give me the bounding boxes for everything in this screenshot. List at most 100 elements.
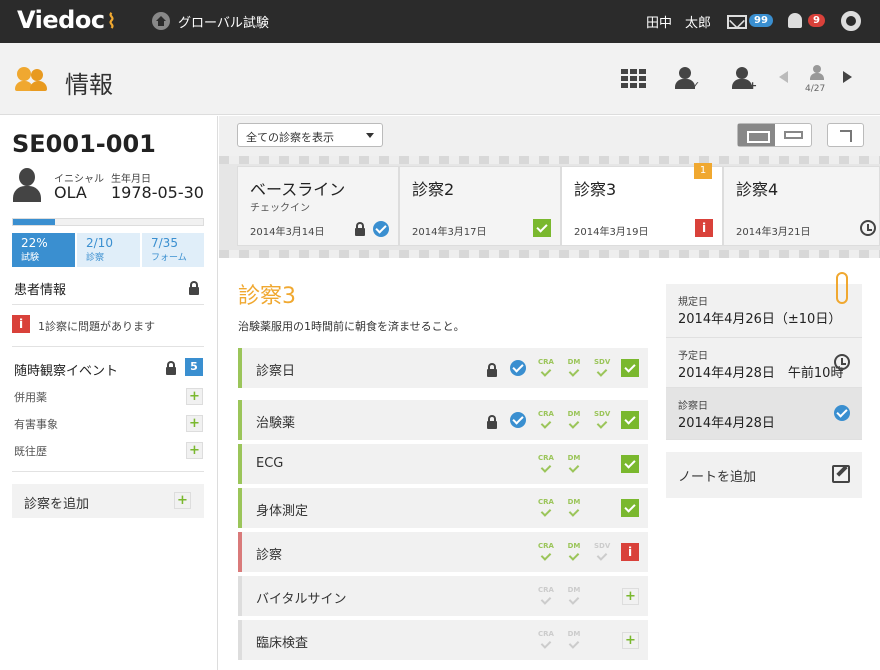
dm-tag: DM	[566, 586, 582, 604]
patient-info-link[interactable]: 患者情報	[14, 279, 66, 298]
cra-tag: CRA	[538, 498, 554, 516]
timeline-dash	[219, 156, 880, 164]
dm-tag: DM	[566, 410, 582, 428]
grid-view-icon[interactable]	[621, 69, 646, 89]
stat-study[interactable]: 22% 試験	[12, 233, 75, 267]
planned-date-card: 規定日 2014年4月26日（±10日）	[666, 284, 862, 338]
add-lab-tests-button[interactable]: +	[622, 632, 639, 649]
mail-count-badge: 99	[749, 14, 773, 27]
add-adverse-event-button[interactable]: +	[186, 415, 203, 432]
subject-panel: SE001-001 イニシャル 生年月日 OLA 1978-05-30 22% 試…	[0, 116, 218, 670]
dm-tag: DM	[566, 498, 582, 516]
lock-icon	[189, 281, 199, 295]
visit-filter-select[interactable]: 全ての診察を表示	[237, 123, 383, 147]
dm-tag: DM	[566, 358, 582, 376]
card-view-icon[interactable]	[784, 131, 803, 139]
cra-tag: CRA	[538, 542, 554, 560]
check-icon	[621, 499, 639, 517]
page-header: 情報 ✓ + 4/27	[0, 43, 880, 115]
user-add-icon[interactable]: +	[731, 67, 757, 92]
event-medical-history[interactable]: 既往歴	[14, 443, 47, 459]
divider	[12, 304, 204, 305]
stat-visits[interactable]: 2/10 診察	[77, 233, 140, 267]
form-row-body-measurements[interactable]: 身体測定 CRA DM	[238, 488, 648, 528]
subject-person-icon	[810, 65, 824, 81]
stat-forms[interactable]: 7/35 フォーム	[142, 233, 204, 267]
bell-icon[interactable]	[788, 13, 802, 28]
dna-icon: ⌇	[106, 9, 117, 33]
flag-badge: 1	[694, 163, 712, 179]
divider	[12, 346, 204, 347]
form-row-visit-date[interactable]: 診察日 CRA DM SDV	[238, 348, 648, 388]
visit-timeline: ベースライン チェックイン 2014年3月14日 診察2 2014年3月17日 …	[219, 156, 880, 258]
add-medical-history-button[interactable]: +	[186, 442, 203, 459]
timeline-dash	[219, 250, 880, 258]
progress-bar	[12, 218, 204, 226]
form-row-examination[interactable]: 診察 CRA DM SDV i	[238, 532, 648, 572]
paperclip-icon[interactable]	[836, 272, 848, 304]
add-concomitant-meds-button[interactable]: +	[186, 388, 203, 405]
next-subject-icon[interactable]	[843, 71, 852, 83]
avatar	[12, 168, 42, 204]
add-vital-signs-button[interactable]: +	[622, 588, 639, 605]
prev-subject-icon[interactable]	[779, 71, 788, 83]
add-note-label: ノートを追加	[678, 470, 757, 485]
visit-tab-2[interactable]: 診察2 2014年3月17日	[399, 166, 561, 246]
visit-tab-3[interactable]: 診察3 2014年3月19日 1 i	[561, 163, 723, 246]
cra-tag: CRA	[538, 410, 554, 428]
gear-icon[interactable]	[841, 11, 861, 31]
form-row-study-drug[interactable]: 治験薬 CRA DM SDV	[238, 400, 648, 440]
dob-value: 1978-05-30	[111, 183, 204, 202]
form-row-lab-tests[interactable]: 臨床検査 CRA DM +	[238, 620, 648, 660]
sdv-tag: SDV	[594, 410, 610, 428]
verified-icon	[373, 221, 389, 237]
expand-icon[interactable]	[827, 123, 864, 147]
event-adverse-events[interactable]: 有害事象	[14, 416, 58, 432]
issue-text[interactable]: 1診察に問題があります	[38, 318, 155, 334]
check-icon	[621, 359, 639, 377]
lock-icon	[166, 361, 176, 375]
cra-tag: CRA	[538, 454, 554, 472]
form-row-ecg[interactable]: ECG CRA DM	[238, 444, 648, 484]
form-row-vital-signs[interactable]: バイタルサイン CRA DM +	[238, 576, 648, 616]
user-name[interactable]: 田中 太郎	[646, 12, 711, 31]
check-icon	[621, 411, 639, 429]
mail-icon[interactable]	[727, 15, 747, 29]
scheduled-date-card: 予定日 2014年4月28日 午前10時	[666, 338, 862, 388]
lock-icon	[487, 363, 497, 377]
sdv-tag: SDV	[594, 542, 610, 560]
users-icon	[15, 67, 49, 93]
verified-icon	[510, 412, 526, 428]
subject-position: 4/27	[805, 84, 826, 94]
subject-id: SE001-001	[12, 130, 156, 158]
lock-icon	[487, 415, 497, 429]
visit-tab-4[interactable]: 診察4 2014年3月21日	[723, 166, 880, 246]
add-visit-row[interactable]: 診察を追加 +	[12, 484, 204, 518]
cra-tag: CRA	[538, 358, 554, 376]
cra-tag: CRA	[538, 630, 554, 648]
verified-icon	[510, 360, 526, 376]
clock-icon	[834, 354, 850, 370]
dm-tag: DM	[566, 630, 582, 648]
top-bar: Viedoc ⌇ グローバル試験 田中 太郎 99 9	[0, 0, 880, 43]
add-note-card[interactable]: ノートを追加	[666, 452, 862, 498]
page-title: 情報	[65, 71, 113, 99]
event-concomitant-meds[interactable]: 併用薬	[14, 389, 47, 405]
divider	[12, 471, 204, 472]
visit-tab-baseline[interactable]: ベースライン チェックイン 2014年3月14日	[237, 166, 399, 246]
lock-icon	[355, 222, 365, 236]
view-toggle[interactable]	[737, 123, 812, 147]
add-visit-button[interactable]: +	[174, 492, 191, 509]
sdv-tag: SDV	[594, 358, 610, 376]
user-check-icon[interactable]: ✓	[674, 67, 700, 92]
study-name[interactable]: グローバル試験	[178, 12, 269, 31]
add-visit-label: 診察を追加	[24, 497, 90, 512]
alert-count-badge: 9	[808, 14, 825, 27]
home-icon[interactable]	[152, 12, 170, 30]
edit-icon[interactable]	[832, 465, 850, 483]
dm-tag: DM	[566, 542, 582, 560]
issue-icon: i	[695, 219, 713, 237]
viedoc-logo[interactable]: Viedoc ⌇	[17, 6, 116, 34]
initials-value: OLA	[54, 183, 87, 202]
list-view-icon[interactable]	[738, 124, 775, 146]
